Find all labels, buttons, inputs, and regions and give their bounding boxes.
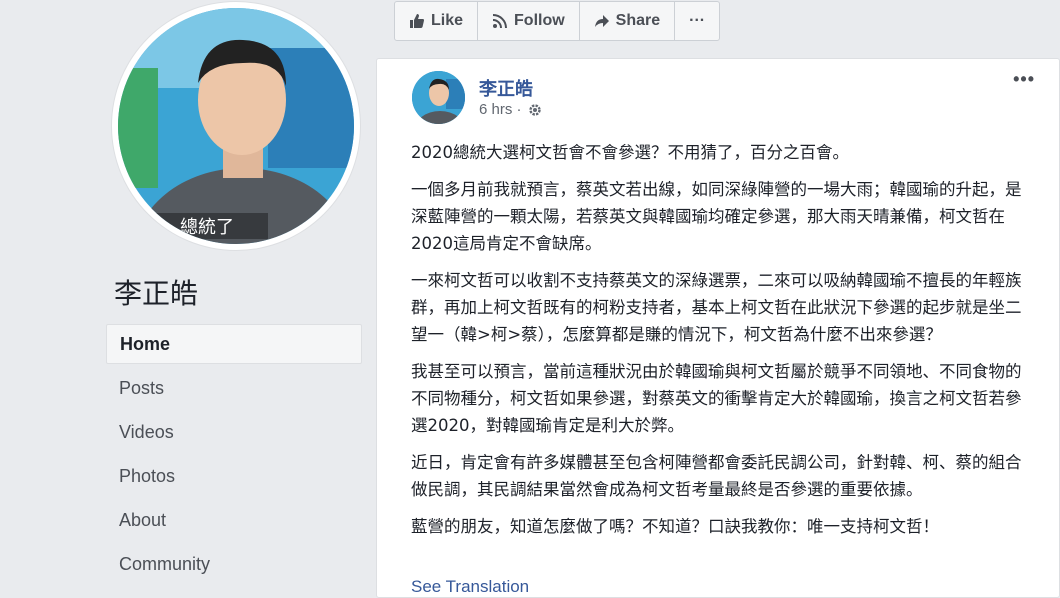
post-author-name[interactable]: 李正皓 (479, 75, 533, 101)
sidebar-item-photos[interactable]: Photos (106, 456, 362, 496)
sidebar-item-about[interactable]: About (106, 500, 362, 540)
sidebar-item-community[interactable]: Community (106, 544, 362, 584)
post-text: 2020總統大選柯文哲會不會參選？不用猜了，百分之百會。 一個多月前我就預言，蔡… (411, 139, 1036, 550)
profile-picture[interactable]: 總統了 (112, 2, 360, 250)
page-title: 李正皓 (114, 277, 199, 310)
post-author-avatar[interactable] (412, 71, 465, 124)
post-paragraph: 藍營的朋友，知道怎麼做了嗎？不知道？口訣我教你：唯一支持柯文哲！ (411, 517, 939, 536)
see-translation-link[interactable]: See Translation (411, 577, 529, 597)
more-options-button[interactable]: ··· (675, 2, 719, 40)
sidebar-item-posts[interactable]: Posts (106, 368, 362, 408)
sidebar-item-videos[interactable]: Videos (106, 412, 362, 452)
more-dots-icon: ··· (689, 12, 706, 29)
post-paragraph: 一個多月前我就預言，蔡英文若出線，如同深綠陣營的一場大雨；韓國瑜的升起，是深藍陣… (411, 180, 1022, 253)
follow-button[interactable]: Follow (478, 2, 580, 40)
gear-icon (528, 103, 542, 117)
share-button[interactable]: Share (580, 2, 676, 40)
like-label: Like (431, 12, 464, 29)
post-paragraph: 近日，肯定會有許多媒體甚至包含柯陣營都會委託民調公司，針對韓、柯、蔡的組合做民調… (411, 453, 1022, 499)
post-time-text[interactable]: 6 hrs · (479, 101, 522, 118)
sidebar-item-home[interactable]: Home (106, 324, 362, 364)
share-label: Share (615, 12, 661, 29)
follow-label: Follow (514, 12, 565, 29)
sidebar-nav: Home Posts Videos Photos About Community (106, 324, 362, 588)
post-paragraph: 我甚至可以預言，當前這種狀況由於韓國瑜與柯文哲屬於競爭不同領地、不同食物的不同物… (411, 362, 1022, 435)
profile-photo: 總統了 (118, 8, 354, 244)
thumbs-up-icon (409, 13, 425, 29)
like-button[interactable]: Like (395, 2, 479, 40)
post-card: 李正皓 6 hrs · ••• 2020總統大選柯文哲會不會參選？不用猜了，百分… (376, 58, 1060, 598)
post-paragraph: 一來柯文哲可以收割不支持蔡英文的深綠選票，二來可以吸納韓國瑜不擅長的年輕族群，再… (411, 271, 1022, 344)
share-arrow-icon (594, 13, 610, 29)
post-timestamp: 6 hrs · (479, 101, 542, 118)
post-options-menu[interactable]: ••• (1013, 69, 1035, 90)
post-paragraph: 2020總統大選柯文哲會不會參選？不用猜了，百分之百會。 (411, 143, 849, 162)
rss-icon (492, 13, 508, 29)
photo-caption: 總統了 (180, 217, 234, 238)
page-action-bar: Like Follow Share ··· (394, 1, 721, 41)
